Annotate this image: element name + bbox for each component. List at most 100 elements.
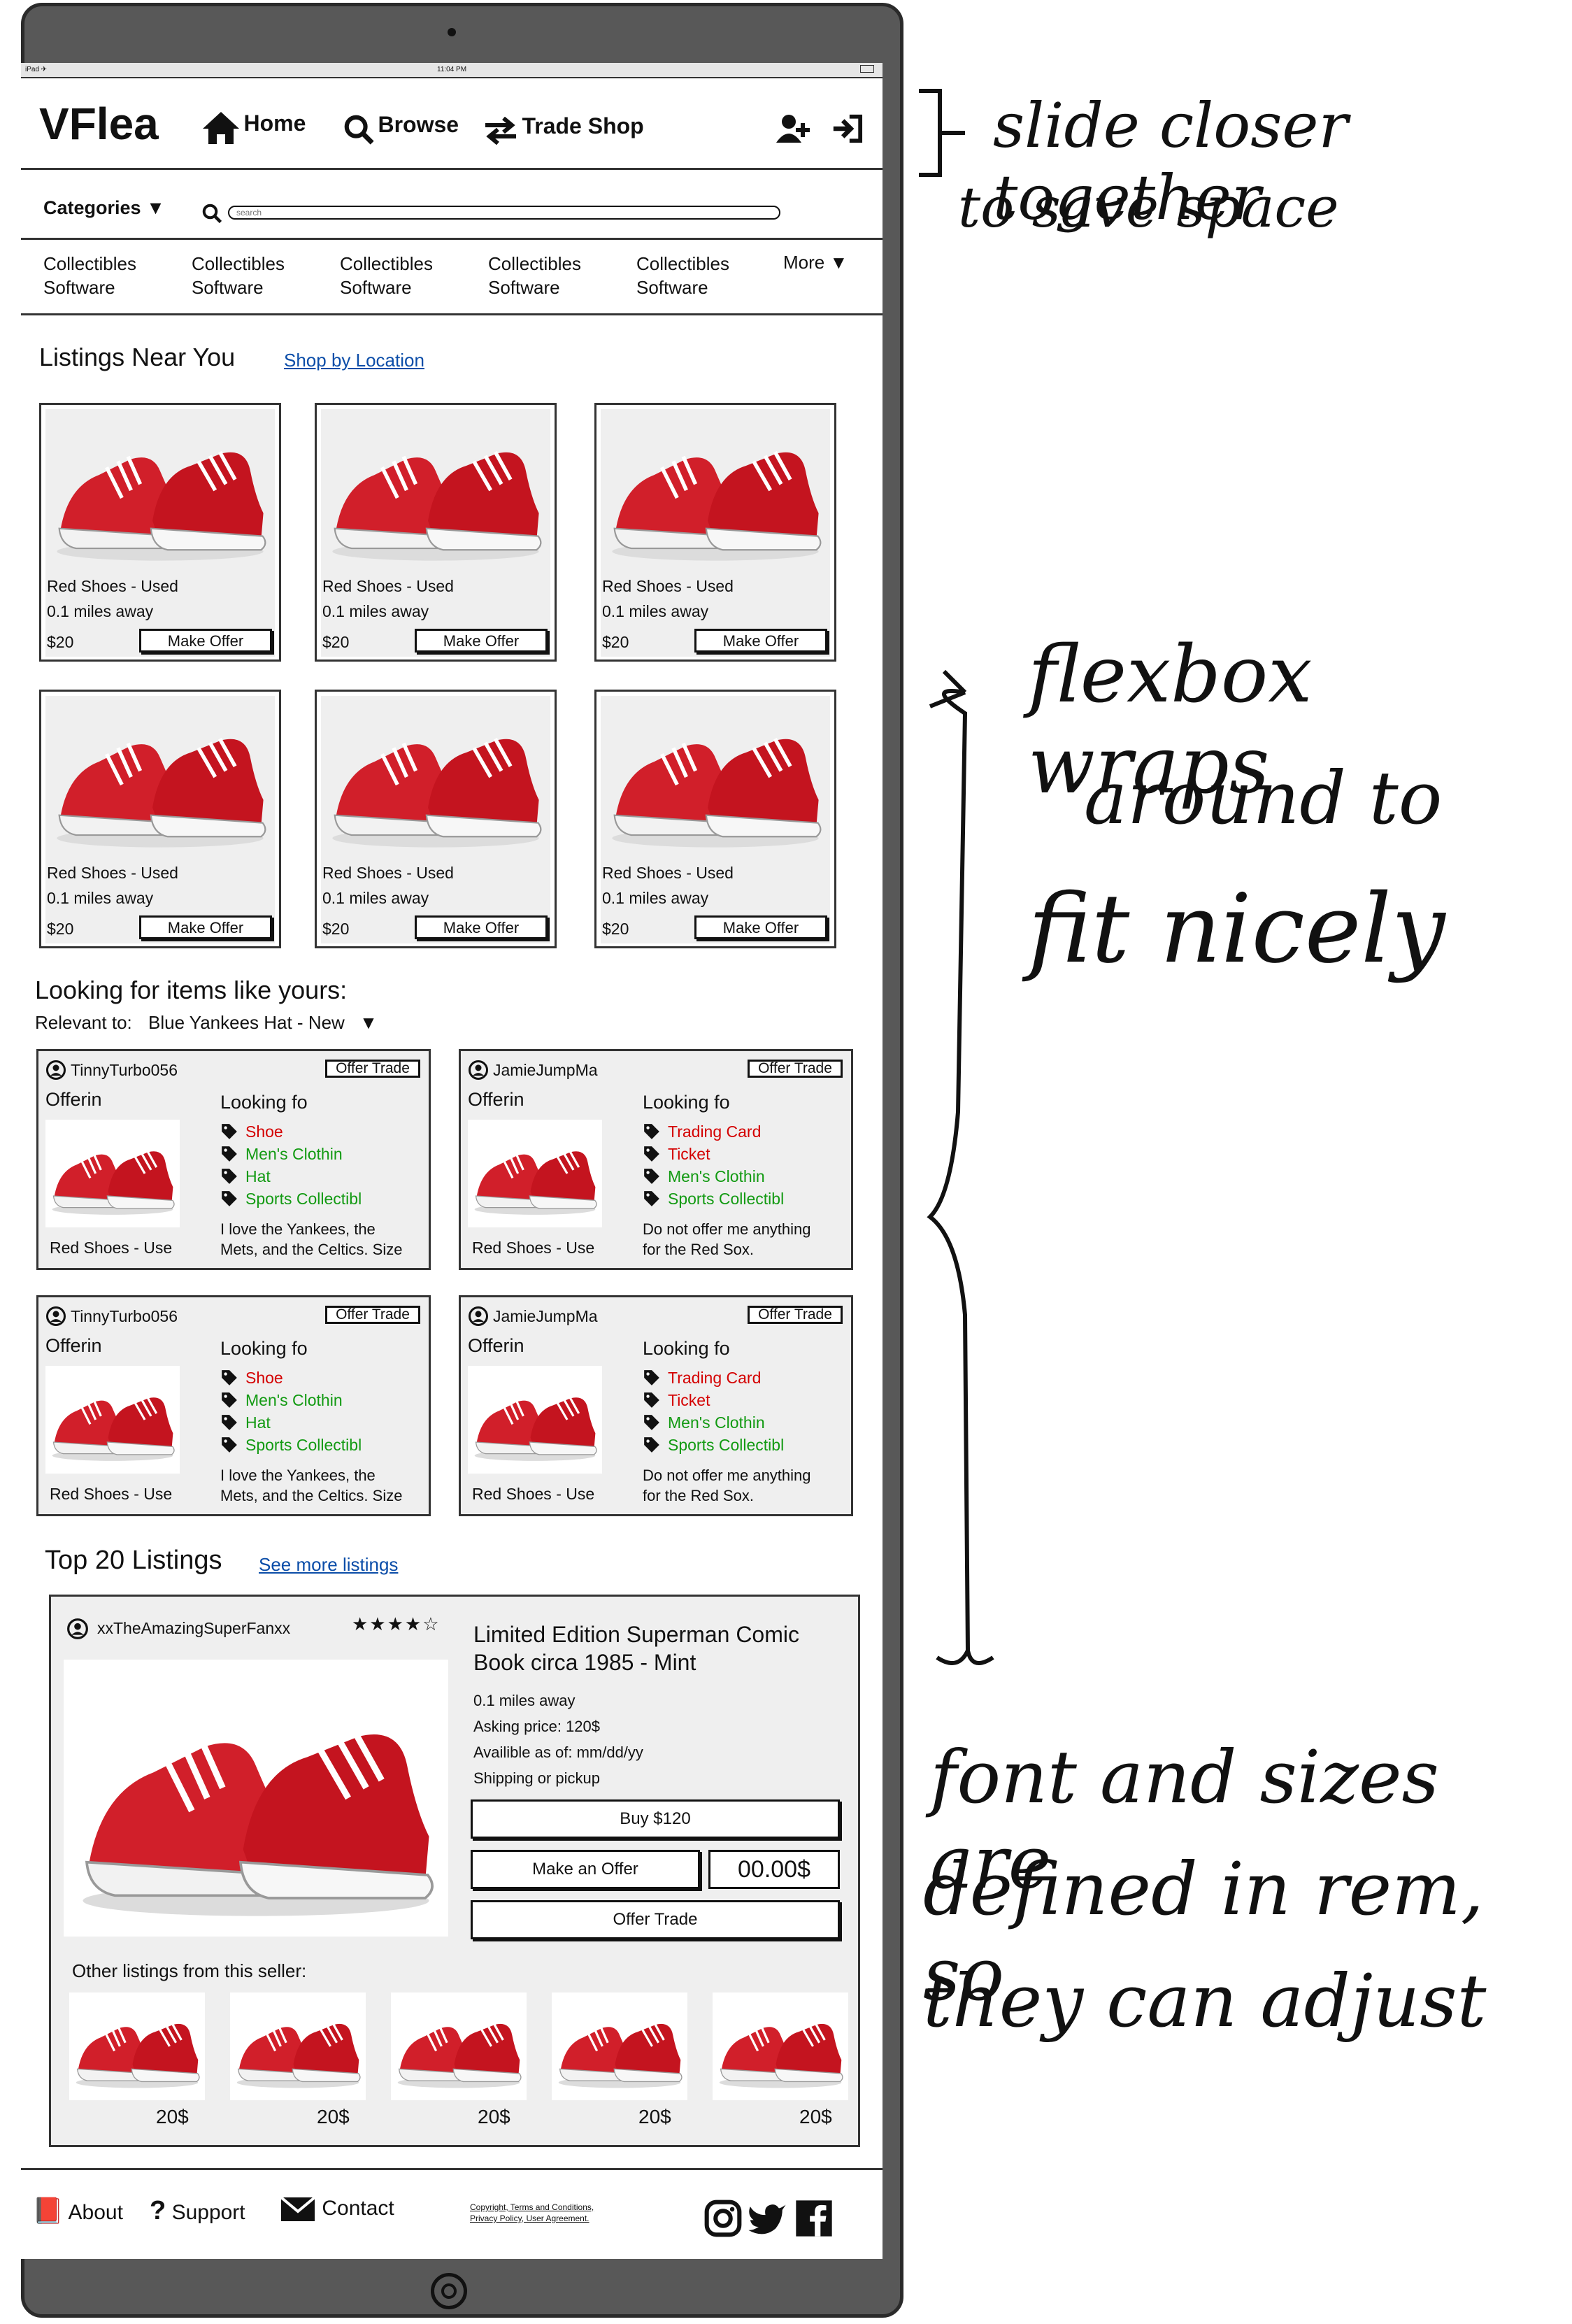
offer-trade-button[interactable]: Offer Trade: [471, 1900, 840, 1939]
offer-item-image[interactable]: [45, 1366, 180, 1474]
shoe-image: [601, 409, 830, 571]
trade-match-card: TinnyTurbo056 Offer Trade Offerin Lookin…: [36, 1049, 431, 1270]
offer-trade-button[interactable]: Offer Trade: [325, 1306, 420, 1324]
shop-by-location-link[interactable]: Shop by Location: [284, 350, 424, 371]
other-listing-image[interactable]: [552, 1992, 687, 2100]
trader-name[interactable]: TinnyTurbo056: [71, 1307, 178, 1326]
category-item-3[interactable]: Collectibles Software: [340, 252, 433, 299]
shoe-image: [713, 1992, 848, 2100]
see-more-listings-link[interactable]: See more listings: [259, 1554, 398, 1576]
relevant-row[interactable]: Relevant to: Blue Yankees Hat - New ▼: [35, 1012, 378, 1034]
buy-button[interactable]: Buy $120: [471, 1799, 840, 1839]
category-item-5[interactable]: Collectibles Software: [636, 252, 729, 299]
listing-card[interactable]: Red Shoes - Used 0.1 miles away $20 Make…: [594, 403, 836, 662]
annotation-3-line3: they can adjust: [923, 1958, 1487, 2044]
listing-image[interactable]: [45, 696, 275, 858]
make-offer-button[interactable]: Make Offer: [694, 629, 827, 653]
category-item-4[interactable]: Collectibles Software: [488, 252, 581, 299]
make-offer-button[interactable]: Make Offer: [415, 629, 548, 653]
nav-browse[interactable]: Browse: [343, 112, 459, 145]
tag-icon: [643, 1190, 661, 1208]
listing-price: $20: [602, 920, 629, 938]
shoe-image: [601, 696, 830, 858]
footer-about-label: About: [68, 2201, 123, 2224]
envelope-icon: [280, 2196, 316, 2221]
legal-line2: Privacy Policy, User Agreement.: [470, 2213, 590, 2223]
footer-about[interactable]: 📕 About: [32, 2196, 123, 2225]
footer-contact[interactable]: Contact: [280, 2196, 394, 2223]
tag-label: Shoe: [245, 1122, 283, 1141]
legal-links[interactable]: Copyright, Terms and Conditions, Privacy…: [470, 2202, 594, 2224]
listing-card[interactable]: Red Shoes - Used 0.1 miles away $20 Make…: [39, 403, 281, 662]
offer-trade-button[interactable]: Offer Trade: [748, 1306, 843, 1324]
trader-name[interactable]: TinnyTurbo056: [71, 1061, 178, 1080]
sign-in-icon[interactable]: [831, 113, 863, 144]
trader-note-line2: for the Red Sox.: [643, 1241, 754, 1258]
twitter-icon[interactable]: [747, 2199, 787, 2238]
listing-image[interactable]: [45, 409, 275, 571]
offer-item-image[interactable]: [45, 1120, 180, 1227]
offer-amount-input[interactable]: 00.00$: [708, 1850, 840, 1889]
trader-note: I love the Yankees, the Mets, and the Ce…: [220, 1465, 402, 1506]
listing-image[interactable]: [321, 409, 550, 571]
make-offer-button[interactable]: Make Offer: [139, 915, 272, 939]
footer-support[interactable]: ? Support: [150, 2196, 245, 2226]
shoe-image: [468, 1366, 602, 1474]
other-listing-item[interactable]: 20$: [230, 1992, 366, 2132]
listing-price: $20: [47, 633, 74, 651]
listing-distance: 0.1 miles away: [322, 602, 429, 620]
tag-label: Men's Clothin: [245, 1145, 343, 1163]
other-listing-item[interactable]: 20$: [391, 1992, 527, 2132]
seller-name[interactable]: xxTheAmazingSuperFanxx: [97, 1619, 290, 1638]
listing-image[interactable]: [321, 696, 550, 858]
instagram-icon[interactable]: [703, 2199, 743, 2238]
search-input[interactable]: [228, 206, 780, 220]
home-icon: [203, 112, 239, 144]
other-listing-item[interactable]: 20$: [69, 1992, 205, 2132]
other-listing-image[interactable]: [69, 1992, 205, 2100]
listing-image[interactable]: [601, 409, 830, 571]
make-an-offer-button[interactable]: Make an Offer: [471, 1850, 700, 1889]
brand-logo[interactable]: VFlea: [39, 98, 159, 150]
listing-card[interactable]: Red Shoes - Used 0.1 miles away $20 Make…: [315, 403, 557, 662]
other-listing-image[interactable]: [391, 1992, 527, 2100]
listing-price: $20: [47, 920, 74, 938]
offer-trade-button[interactable]: Offer Trade: [748, 1060, 843, 1078]
listing-card[interactable]: Red Shoes - Used 0.1 miles away $20 Make…: [594, 690, 836, 948]
nav-trade-shop[interactable]: Trade Shop: [483, 113, 644, 145]
category-line2: Software: [43, 277, 115, 298]
other-listing-item[interactable]: 20$: [713, 1992, 848, 2132]
offer-trade-button[interactable]: Offer Trade: [325, 1060, 420, 1078]
make-offer-button[interactable]: Make Offer: [415, 915, 548, 939]
listing-image[interactable]: [601, 696, 830, 858]
home-button-icon[interactable]: [431, 2273, 467, 2309]
category-more-dropdown[interactable]: More ▼: [783, 252, 848, 273]
product-image[interactable]: [64, 1660, 448, 1937]
offer-item-image[interactable]: [468, 1120, 602, 1227]
listing-card[interactable]: Red Shoes - Used 0.1 miles away $20 Make…: [39, 690, 281, 948]
trader-name[interactable]: JamieJumpMa: [493, 1307, 598, 1326]
offer-item-image[interactable]: [468, 1366, 602, 1474]
category-item-1[interactable]: Collectibles Software: [43, 252, 136, 299]
category-item-2[interactable]: Collectibles Software: [192, 252, 285, 299]
other-listing-item[interactable]: 20$: [552, 1992, 687, 2132]
make-offer-button[interactable]: Make Offer: [139, 629, 272, 653]
make-offer-button[interactable]: Make Offer: [694, 915, 827, 939]
tag-label: Sports Collectibl: [245, 1190, 362, 1208]
trader-note-line1: Do not offer me anything: [643, 1220, 811, 1238]
tag-label: Sports Collectibl: [245, 1436, 362, 1454]
other-listing-image[interactable]: [230, 1992, 366, 2100]
facebook-icon[interactable]: [794, 2199, 834, 2238]
trader-name[interactable]: JamieJumpMa: [493, 1061, 598, 1080]
tag-label: Men's Clothin: [245, 1391, 343, 1409]
tag-label: Hat: [245, 1167, 271, 1185]
nav-home[interactable]: Home: [201, 111, 306, 145]
listing-distance: 0.1 miles away: [602, 889, 709, 907]
categories-dropdown[interactable]: Categories ▼: [43, 197, 165, 219]
section-title-top20: Top 20 Listings: [45, 1546, 222, 1575]
add-user-icon[interactable]: [776, 113, 813, 144]
listing-card[interactable]: Red Shoes - Used 0.1 miles away $20 Make…: [315, 690, 557, 948]
trader-note-line2: Mets, and the Celtics. Size: [220, 1487, 403, 1504]
offering-label: Offerin: [45, 1089, 102, 1110]
other-listing-image[interactable]: [713, 1992, 848, 2100]
